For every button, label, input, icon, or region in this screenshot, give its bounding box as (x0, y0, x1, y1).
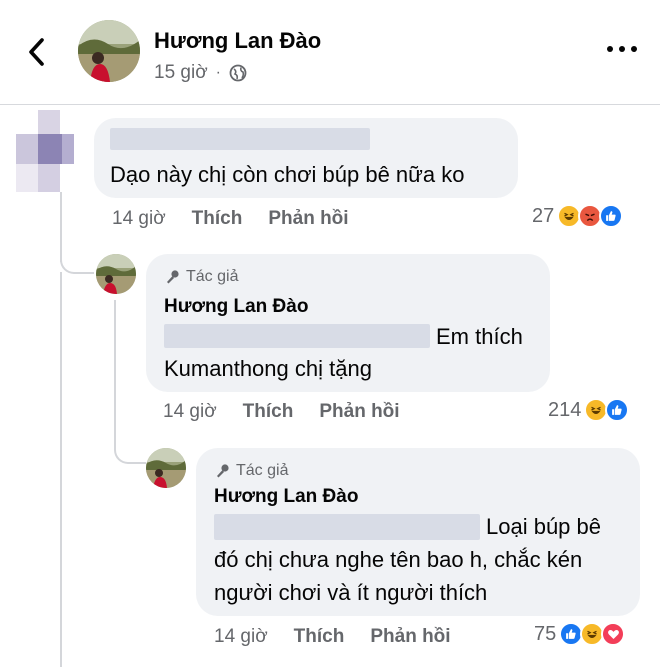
thread-line (114, 300, 116, 450)
redacted-name (110, 128, 370, 150)
thread-line (60, 272, 62, 667)
reply-bubble: Tác giả Hương Lan Đào Em thích Kumanthon… (146, 254, 550, 392)
thread-curve (114, 450, 146, 464)
reaction-summary[interactable]: 27 (532, 204, 624, 228)
reply-button[interactable]: Phản hồi (319, 401, 399, 423)
author-avatar[interactable] (78, 20, 140, 82)
reply-time[interactable]: 14 giờ (163, 401, 217, 423)
author-badge-label: Tác giả (186, 268, 239, 285)
comment-text: Dạo này chị còn chơi búp bê nữa ko (110, 162, 465, 187)
like-button[interactable]: Thích (243, 401, 294, 423)
reply-time[interactable]: 14 giờ (214, 626, 268, 648)
like-icon (605, 398, 630, 422)
author-badge: Tác giả (214, 462, 288, 480)
author-badge: Tác giả (164, 268, 238, 286)
comment-time[interactable]: 14 giờ (112, 208, 166, 230)
reply-button[interactable]: Phản hồi (268, 208, 348, 230)
reply-actions: 14 giờ Thích Phản hồi (163, 401, 400, 423)
reply-text-line2: Kumanthong chị tặng (164, 356, 372, 381)
reply-text-line2: đó chị chưa nghe tên bao h, chắc kén (214, 547, 583, 572)
reaction-count: 27 (532, 204, 555, 227)
commenter-avatar[interactable] (16, 110, 74, 192)
thread-curve (60, 260, 94, 274)
reply-author-name[interactable]: Hương Lan Đào (164, 296, 308, 318)
reply-text-line1: Em thích (436, 324, 523, 349)
comment-actions: 14 giờ Thích Phản hồi (112, 208, 349, 230)
reply-bubble: Tác giả Hương Lan Đào Loại búp bê đó chị… (196, 448, 640, 616)
microphone-icon (217, 464, 229, 478)
love-icon (601, 622, 626, 646)
microphone-icon (167, 270, 179, 284)
like-icon (599, 204, 624, 228)
author-name[interactable]: Hương Lan Đào (154, 28, 321, 54)
reply-actions: 14 giờ Thích Phản hồi (214, 626, 451, 648)
globe-icon (229, 64, 247, 82)
reply-avatar[interactable] (146, 448, 186, 488)
reaction-count: 75 (534, 622, 557, 645)
comment-bubble: Dạo này chị còn chơi búp bê nữa ko (94, 118, 518, 198)
reaction-summary[interactable]: 214 (548, 398, 630, 422)
post-time[interactable]: 15 giờ (154, 62, 208, 84)
reaction-summary[interactable]: 75 (534, 622, 626, 646)
reply-avatar[interactable] (96, 254, 136, 294)
back-chevron-icon[interactable] (22, 34, 52, 70)
redacted-mention (164, 324, 430, 348)
like-button[interactable]: Thích (192, 208, 243, 230)
thread-line (60, 192, 62, 262)
meta-separator: · (215, 64, 221, 81)
reply-author-name[interactable]: Hương Lan Đào (214, 486, 358, 508)
header-divider (0, 104, 660, 105)
post-meta: 15 giờ · (154, 62, 247, 84)
reply-text-line1: Loại búp bê (486, 514, 601, 539)
like-button[interactable]: Thích (294, 626, 345, 648)
post-header: Hương Lan Đào 15 giờ · (0, 0, 660, 104)
reply-button[interactable]: Phản hồi (370, 626, 450, 648)
redacted-mention (214, 514, 480, 540)
reply-text-line3: người chơi và ít người thích (214, 580, 488, 605)
author-badge-label: Tác giả (236, 462, 289, 479)
more-options-icon[interactable] (607, 46, 637, 58)
reaction-count: 214 (548, 398, 582, 421)
